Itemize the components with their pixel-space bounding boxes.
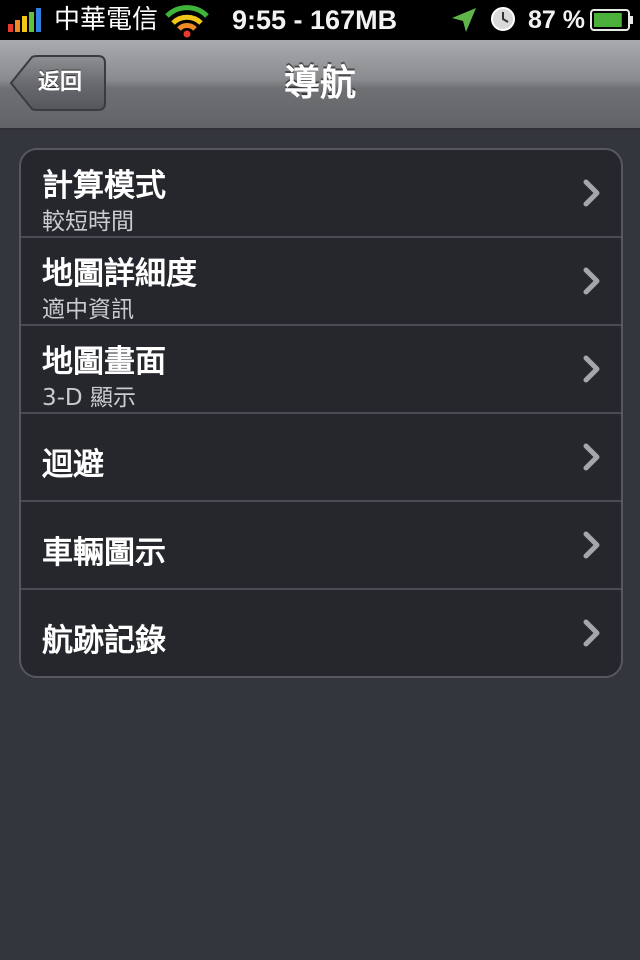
chevron-right-icon [583, 179, 600, 207]
wifi-icon [165, 5, 209, 38]
status-bar: 中華電信 9:55 - 167MB 87 % [0, 0, 640, 40]
row-subtitle: 3-D 顯示 [42, 385, 136, 411]
location-arrow-icon [452, 8, 476, 32]
row-subtitle: 較短時間 [42, 209, 134, 235]
chevron-right-icon [583, 531, 600, 559]
chevron-right-icon [583, 355, 600, 383]
row-calculation-mode[interactable]: 計算模式 較短時間 [21, 150, 621, 238]
row-title: 迴避 [42, 447, 104, 483]
row-track-log[interactable]: 航跡記錄 [21, 590, 621, 676]
battery-percent: 87 % [528, 6, 585, 34]
row-title: 車輛圖示 [42, 535, 166, 571]
row-map-detail[interactable]: 地圖詳細度 適中資訊 [21, 238, 621, 326]
row-title: 地圖畫面 [42, 344, 166, 380]
row-title: 航跡記錄 [42, 623, 166, 659]
chevron-right-icon [583, 443, 600, 471]
navigation-bar: 導航 返回 [0, 40, 640, 130]
row-avoid[interactable]: 迴避 [21, 414, 621, 502]
signal-bars-icon [8, 8, 41, 32]
row-vehicle-icon[interactable]: 車輛圖示 [21, 502, 621, 590]
carrier-name: 中華電信 [54, 5, 159, 35]
row-title: 計算模式 [42, 168, 166, 204]
status-time: 9:55 - 167MB [232, 5, 398, 35]
alarm-clock-icon [491, 7, 515, 31]
chevron-right-icon [583, 619, 600, 647]
settings-list: 計算模式 較短時間 地圖詳細度 適中資訊 地圖畫面 3-D 顯示 迴避 車輛圖示… [19, 148, 623, 678]
chevron-right-icon [583, 267, 600, 295]
row-subtitle: 適中資訊 [42, 297, 134, 323]
back-button[interactable]: 返回 [10, 55, 106, 111]
row-title: 地圖詳細度 [42, 256, 197, 292]
back-button-label: 返回 [38, 70, 83, 95]
battery-icon [590, 9, 633, 31]
row-map-view[interactable]: 地圖畫面 3-D 顯示 [21, 326, 621, 414]
